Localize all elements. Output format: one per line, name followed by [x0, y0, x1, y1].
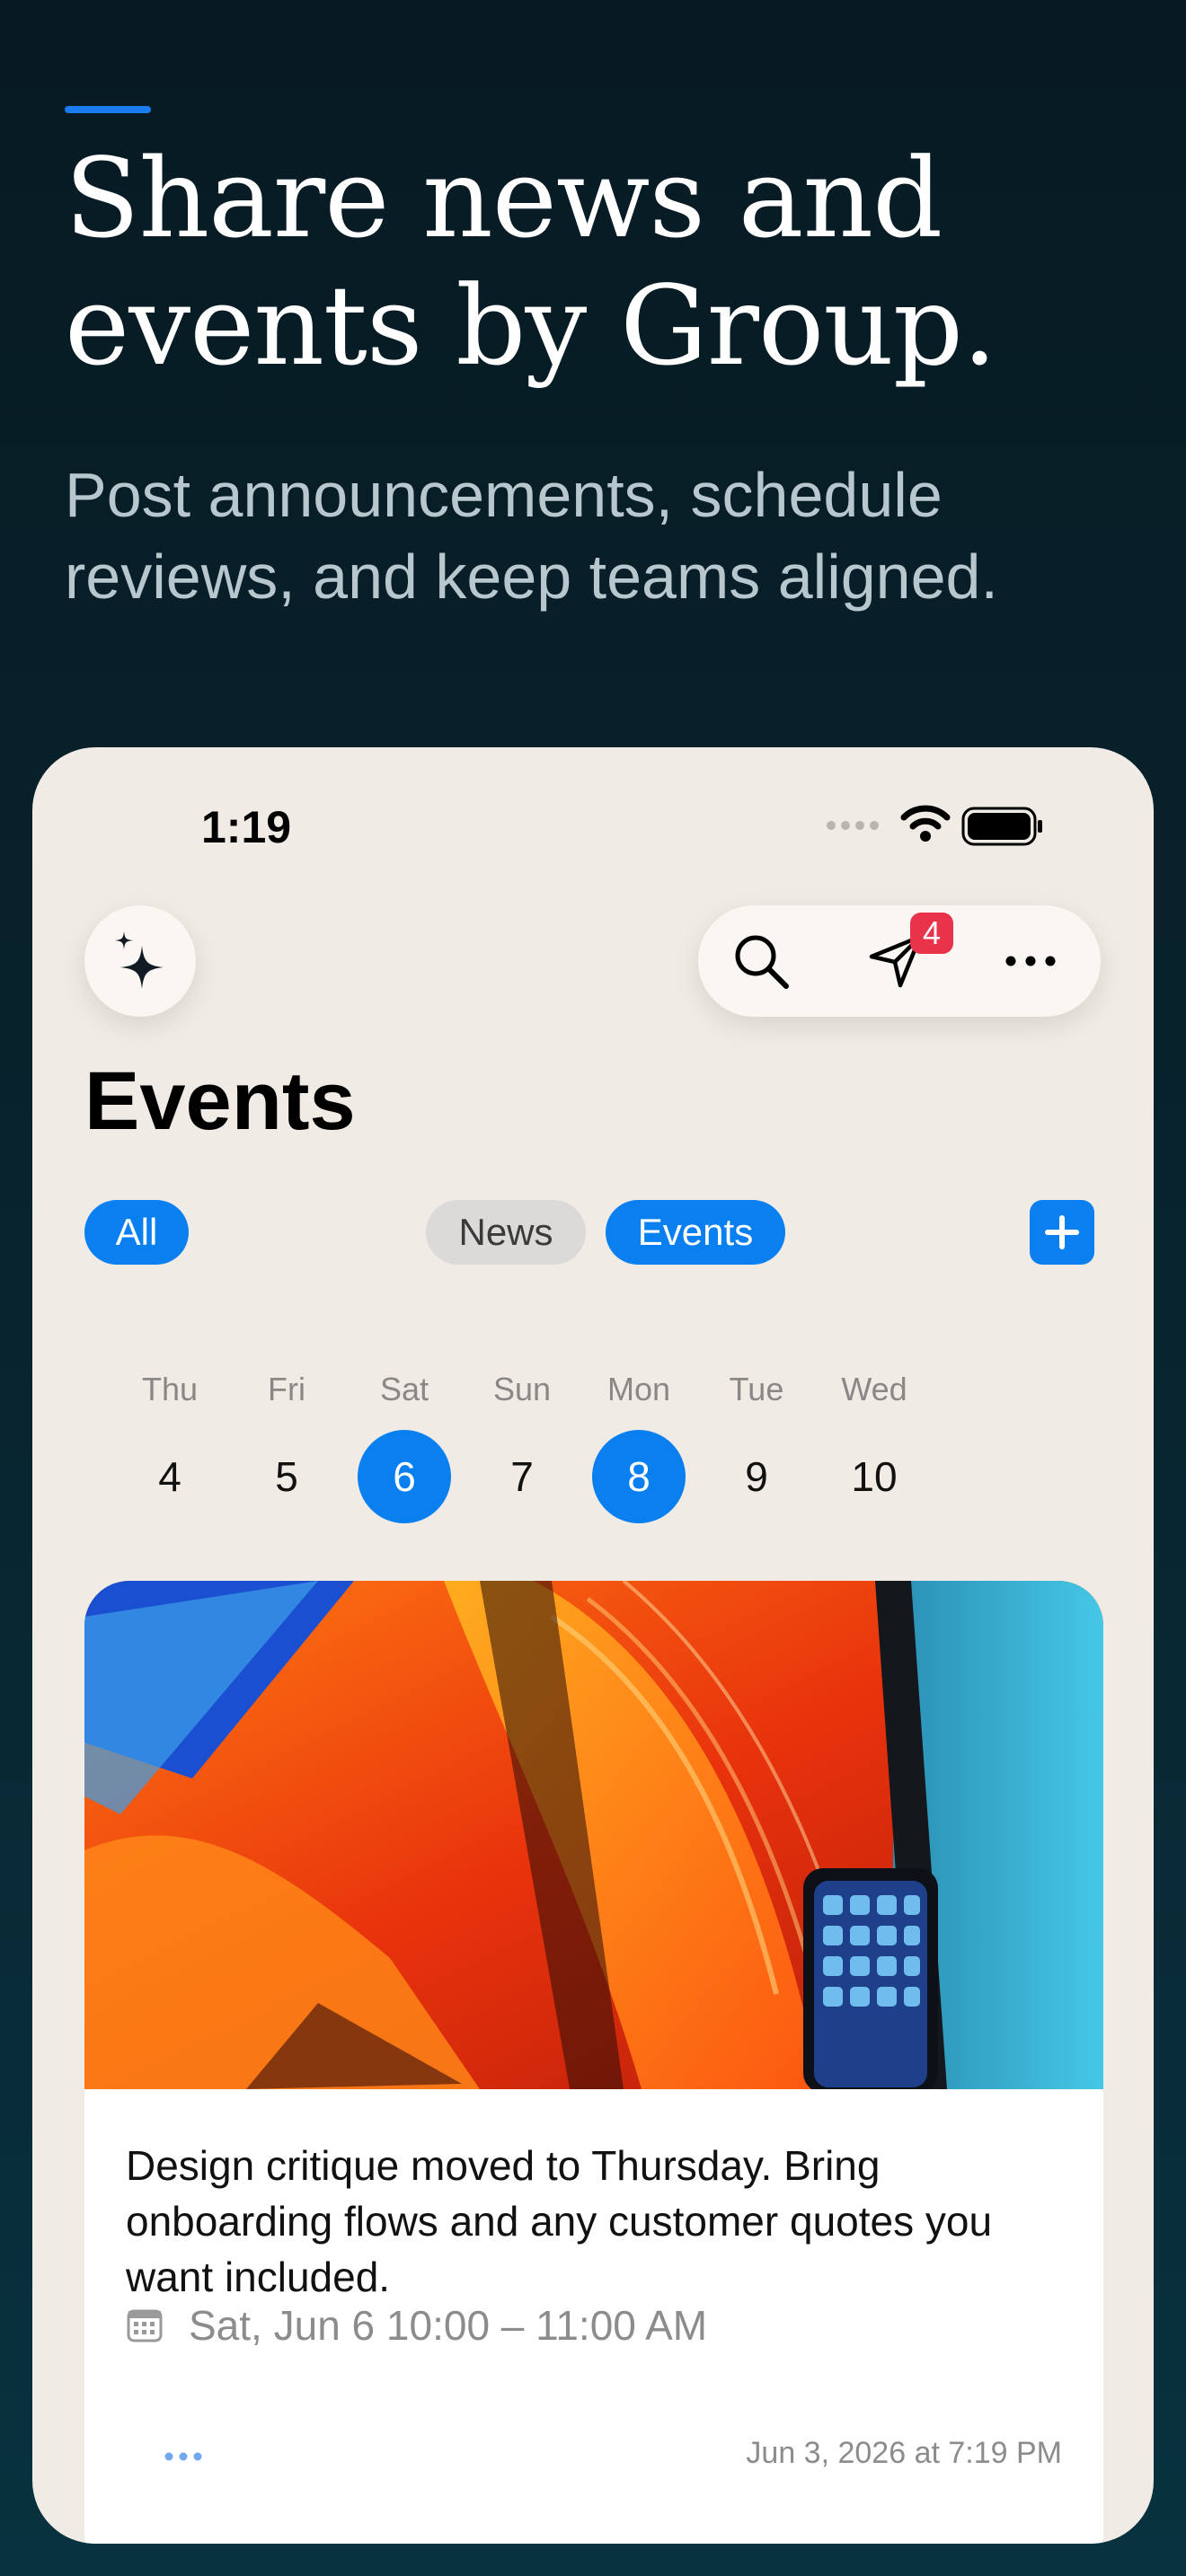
week-calendar: Thu 4 Fri 5 Sat 6 Sun 7 Mon 8 Tue 9 Wed …: [120, 1367, 1019, 1529]
day-number: 10: [851, 1453, 898, 1500]
day-of-week: Mon: [606, 1371, 671, 1407]
add-button[interactable]: [1030, 1200, 1094, 1265]
calendar-day-selected[interactable]: Mon 8: [589, 1367, 688, 1523]
filter-news-chip[interactable]: News: [426, 1200, 586, 1265]
notification-badge: 4: [910, 913, 953, 954]
calendar-icon: [127, 2309, 163, 2342]
day-number: 6: [358, 1430, 451, 1523]
phone-screen: 1:19 4 Events All News Events Thu 4 Fri …: [32, 747, 1154, 2544]
filter-all-chip[interactable]: All: [84, 1200, 189, 1265]
calendar-day[interactable]: Fri 5: [237, 1367, 336, 1523]
day-of-week: Sun: [492, 1371, 552, 1407]
promo-subhead: Post announcements, schedule reviews, an…: [65, 460, 998, 612]
event-description: Design critique moved to Thursday. Bring…: [126, 2142, 993, 2300]
toolbar-pill: 4: [698, 905, 1101, 1017]
battery-icon: [961, 807, 1042, 846]
calendar-day[interactable]: Tue 9: [707, 1367, 806, 1523]
day-number: 5: [275, 1453, 298, 1500]
day-of-week: Wed: [841, 1371, 907, 1407]
day-number: 9: [745, 1453, 768, 1500]
calendar-day[interactable]: Wed 10: [825, 1367, 924, 1523]
promo-headline: Share news and events by Group.: [65, 135, 1125, 390]
sparkle-button[interactable]: [84, 905, 196, 1017]
more-icon: [1005, 956, 1056, 966]
calendar-day-selected[interactable]: Sat 6: [355, 1367, 454, 1523]
card-more-icon[interactable]: [160, 2443, 214, 2470]
calendar-day[interactable]: Sun 7: [473, 1367, 571, 1523]
event-date: Sat, Jun 6 10:00 – 11:00 AM: [189, 2302, 708, 2349]
status-icons: [827, 803, 1053, 848]
wifi-icon: [900, 805, 951, 842]
status-time: 1:19: [201, 802, 292, 852]
page-title: Events: [84, 1055, 356, 1147]
day-of-week: Sat: [379, 1371, 429, 1407]
cellular-signal-icon: [827, 821, 879, 830]
day-number: 8: [592, 1430, 686, 1523]
day-number: 4: [158, 1453, 181, 1500]
filter-events-chip[interactable]: Events: [606, 1200, 785, 1265]
event-timestamp: Jun 3, 2026 at 7:19 PM: [746, 2436, 1062, 2470]
day-of-week: Tue: [729, 1371, 784, 1407]
event-image: [84, 1581, 1103, 2089]
search-icon: [735, 935, 789, 989]
accent-line: [65, 106, 151, 113]
search-button[interactable]: [725, 925, 797, 997]
headline-line-2: events by Group.: [65, 262, 997, 390]
calendar-day[interactable]: Thu 4: [120, 1367, 219, 1523]
event-date-row: Sat, Jun 6 10:00 – 11:00 AM: [126, 2301, 707, 2350]
day-number: 7: [510, 1453, 534, 1500]
sparkle-icon: [115, 931, 164, 989]
day-of-week: Thu: [141, 1371, 199, 1407]
plus-icon: [1045, 1215, 1079, 1249]
headline-line-1: Share news and: [65, 135, 943, 262]
more-button[interactable]: [995, 925, 1067, 997]
event-card[interactable]: Design critique moved to Thursday. Bring…: [84, 1581, 1103, 2544]
day-of-week: Fri: [268, 1371, 305, 1407]
